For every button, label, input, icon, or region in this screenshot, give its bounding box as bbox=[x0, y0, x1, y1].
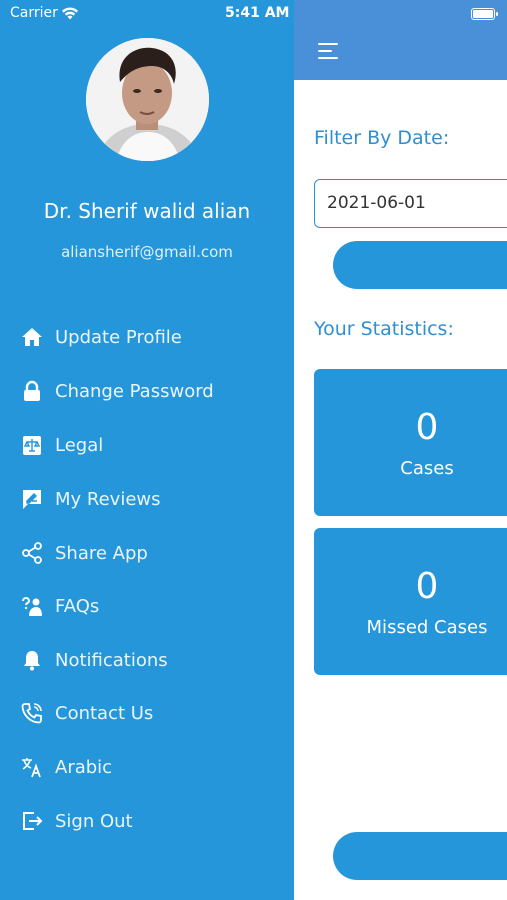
avatar[interactable] bbox=[86, 38, 209, 161]
menu-item-faqs[interactable]: FAQs bbox=[20, 589, 280, 623]
filter-button[interactable] bbox=[333, 241, 507, 289]
menu-item-legal[interactable]: Legal bbox=[20, 428, 280, 462]
date-field[interactable]: 2021-06-01 bbox=[314, 179, 507, 228]
battery-icon bbox=[471, 8, 498, 20]
menu-item-change-password[interactable]: Change Password bbox=[20, 374, 280, 408]
stat-label: Cases bbox=[400, 458, 454, 479]
menu-item-arabic[interactable]: Arabic bbox=[20, 750, 280, 784]
menu-item-update-profile[interactable]: Update Profile bbox=[20, 320, 280, 354]
menu-item-share-app[interactable]: Share App bbox=[20, 536, 280, 570]
menu-item-my-reviews[interactable]: My Reviews bbox=[20, 482, 280, 516]
menu-item-label: Notifications bbox=[55, 649, 168, 671]
stats-title: Your Statistics: bbox=[314, 318, 454, 340]
menu-item-contact-us[interactable]: Contact Us bbox=[20, 696, 280, 730]
wifi-icon bbox=[62, 7, 78, 20]
stat-label: Missed Cases bbox=[366, 617, 488, 638]
sign-out-icon bbox=[20, 809, 44, 833]
home-icon bbox=[20, 325, 44, 349]
stat-card-cases: 0 Cases bbox=[314, 369, 507, 516]
carrier-label: Carrier bbox=[10, 5, 58, 21]
menu-item-notifications[interactable]: Notifications bbox=[20, 643, 280, 677]
menu-item-label: Change Password bbox=[55, 380, 214, 402]
menu-item-label: Share App bbox=[55, 542, 148, 564]
translate-icon bbox=[20, 755, 44, 779]
menu-item-label: Legal bbox=[55, 434, 104, 456]
filter-title: Filter By Date: bbox=[314, 127, 450, 149]
faq-icon bbox=[20, 594, 44, 618]
menu-item-label: Arabic bbox=[55, 756, 113, 778]
menu-item-label: Update Profile bbox=[55, 326, 182, 348]
side-drawer: Carrier 5:41 AM Dr. Sherif walid alian a… bbox=[0, 0, 294, 900]
lock-icon bbox=[20, 379, 44, 403]
main-content: Filter By Date: 2021-06-01 Your Statisti… bbox=[294, 0, 507, 900]
bottom-action-button[interactable] bbox=[333, 832, 507, 880]
profile-name: Dr. Sherif walid alian bbox=[43, 199, 251, 223]
menu-item-sign-out[interactable]: Sign Out bbox=[20, 804, 280, 838]
stat-value: 0 bbox=[415, 566, 439, 607]
profile-email: aliansherif@gmail.com bbox=[61, 243, 233, 261]
menu-item-label: Sign Out bbox=[55, 810, 133, 832]
menu-item-label: Contact Us bbox=[55, 702, 154, 724]
share-icon bbox=[20, 541, 44, 565]
menu-icon[interactable] bbox=[318, 43, 338, 59]
stat-value: 0 bbox=[415, 407, 439, 448]
phone-icon bbox=[20, 701, 44, 725]
clock: 5:41 AM bbox=[225, 5, 290, 21]
app-header bbox=[294, 0, 507, 80]
reviews-icon bbox=[20, 487, 44, 511]
menu-item-label: FAQs bbox=[55, 595, 100, 617]
menu-item-label: My Reviews bbox=[55, 488, 161, 510]
legal-icon bbox=[20, 433, 44, 457]
bell-icon bbox=[20, 648, 44, 672]
stat-card-missed-cases: 0 Missed Cases bbox=[314, 528, 507, 675]
